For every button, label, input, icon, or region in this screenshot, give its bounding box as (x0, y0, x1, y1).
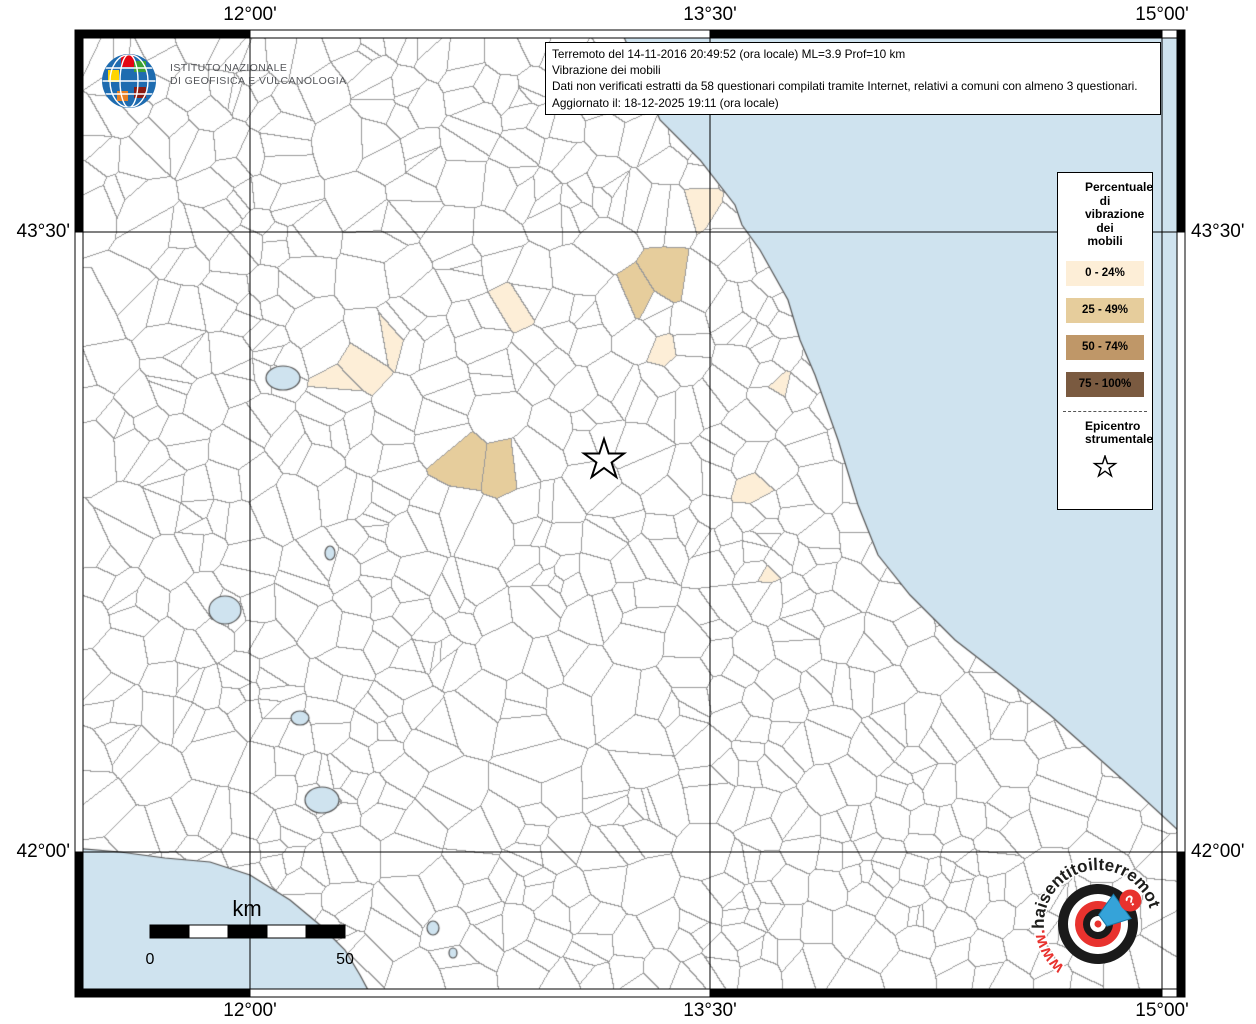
info-box: Terremoto del 14-11-2016 20:49:52 (ora l… (545, 42, 1161, 115)
lon-label-top-15: 15°00' (1135, 4, 1189, 25)
info-line-disclaimer: Dati non verificati estratti da 58 quest… (552, 79, 1138, 94)
legend-swatch-75-100: 75 - 100% (1066, 371, 1144, 397)
legend-swatch-0-24: 0 - 24% (1066, 260, 1144, 286)
ingv-name-line1: ISTITUTO NAZIONALE (170, 62, 288, 74)
lat-label-left-42: 42°00' (16, 841, 71, 862)
lon-label-top-12: 12°00' (223, 4, 277, 25)
epicenter-star-icon (1092, 453, 1118, 478)
map-canvas (83, 38, 1177, 989)
lon-label-bot-13-30: 13°30' (683, 1000, 737, 1021)
legend-swatch-25-49: 25 - 49% (1066, 297, 1144, 323)
info-line-question: Vibrazione dei mobili (552, 63, 661, 78)
legend-divider (1063, 410, 1147, 412)
lon-label-bot-12: 12°00' (223, 1000, 277, 1021)
lat-label-right-42: 42°00' (1191, 841, 1245, 862)
lat-label-right-43-30: 43°30' (1191, 221, 1245, 242)
legend-title: Percentuale di vibrazione dei mobili (1085, 180, 1154, 248)
lat-label-left-43-30: 43°30' (16, 221, 71, 242)
legend-swatch-50-74: 50 - 74% (1066, 334, 1144, 360)
info-line-event: Terremoto del 14-11-2016 20:49:52 (ora l… (552, 47, 906, 61)
ingv-logo-text: ISTITUTO NAZIONALE DI GEOFISICA E VULCAN… (170, 62, 347, 88)
ingv-name-line2: DI GEOFISICA E VULCANOLOGIA (170, 75, 347, 87)
lon-label-top-13-30: 13°30' (683, 4, 737, 25)
legend-epicenter-label: Epicentro strumentale (1085, 418, 1154, 446)
lon-label-bot-15: 15°00' (1135, 1000, 1189, 1021)
legend-box: Percentuale di vibrazione dei mobili 0 -… (1057, 172, 1153, 510)
info-line-updated: Aggiornato il: 18-12-2025 19:11 (ora loc… (552, 95, 779, 110)
